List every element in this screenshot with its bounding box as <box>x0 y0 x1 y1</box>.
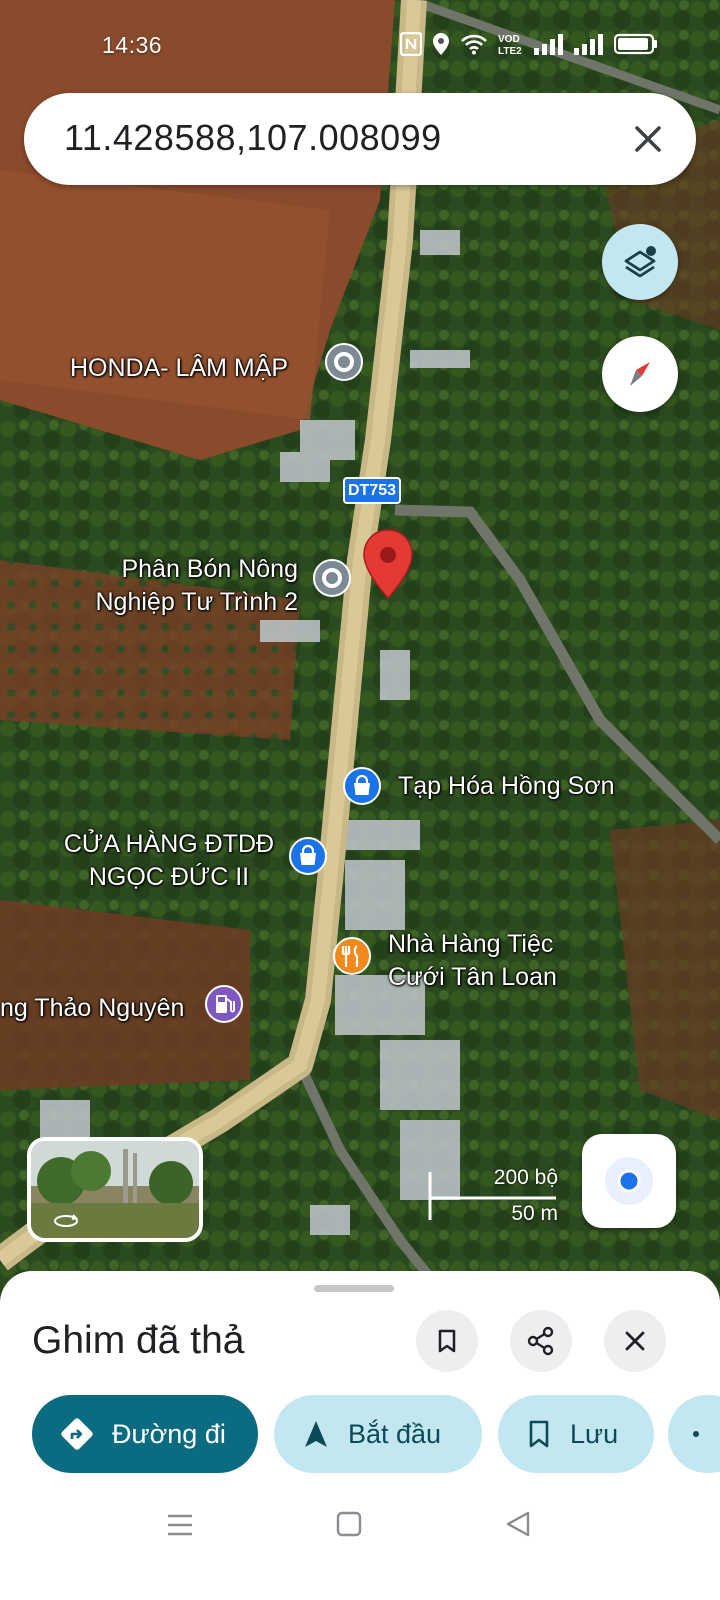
signal-2-icon <box>574 34 603 55</box>
poi-label-line: CỬA HÀNG ĐTDĐ <box>63 830 275 858</box>
gas-station-icon[interactable] <box>204 984 244 1032</box>
wifi-icon <box>461 34 487 55</box>
save-label: Lưu <box>570 1418 619 1449</box>
location-icon <box>433 33 449 55</box>
road-shield: DT753 <box>343 477 401 504</box>
poi-label-line: Nghiệp Tư Trình 2 <box>95 588 299 616</box>
svg-text:LTE2: LTE2 <box>498 46 522 56</box>
my-location-icon <box>605 1157 653 1205</box>
battery-icon <box>614 33 657 55</box>
start-label: Bắt đầu <box>348 1418 442 1449</box>
map-scale: 200 bộ 50 m <box>428 1166 558 1228</box>
navigation-arrow-icon <box>305 1421 327 1447</box>
volte-icon: VODLTE2 <box>498 34 522 56</box>
street-view-thumbnail[interactable] <box>27 1137 203 1242</box>
rotate-360-icon <box>54 1214 78 1227</box>
close-icon <box>625 1331 645 1351</box>
save-button[interactable]: Lưu <box>498 1395 654 1473</box>
system-nav-bar <box>0 1508 720 1600</box>
status-icons: VOD LTE2 <box>400 30 658 58</box>
svg-text:VOD: VOD <box>498 34 520 45</box>
restaurant-icon[interactable] <box>332 936 372 984</box>
back-icon[interactable] <box>504 1510 532 1538</box>
more-actions-chip[interactable] <box>668 1395 720 1473</box>
place-marker-icon[interactable] <box>324 342 364 390</box>
poi-label-line: NGỌC ĐỨC II <box>88 863 250 891</box>
poi-label-line: Phân Bón Nông <box>121 555 298 583</box>
compass-button[interactable] <box>602 336 678 412</box>
clear-search-icon[interactable] <box>628 119 668 159</box>
search-input[interactable]: 11.428588,107.008099 <box>64 117 442 159</box>
compass-icon <box>630 362 650 386</box>
status-time: 14:36 <box>102 32 163 58</box>
share-icon <box>527 1326 554 1356</box>
directions-button[interactable]: Đường đi <box>32 1395 258 1473</box>
poi-label-line: Nhà Hàng Tiệc <box>388 930 554 958</box>
nfc-icon <box>400 32 422 56</box>
home-icon[interactable] <box>336 1511 362 1537</box>
drag-handle[interactable] <box>314 1285 394 1292</box>
scale-imperial: 200 bộ <box>493 1166 558 1189</box>
my-location-button[interactable] <box>582 1134 676 1228</box>
layers-icon <box>624 246 656 278</box>
layers-button[interactable] <box>602 224 678 300</box>
menu-icon[interactable] <box>166 1512 194 1538</box>
place-marker-icon[interactable] <box>312 558 352 606</box>
start-button[interactable]: Bắt đầu <box>274 1395 482 1473</box>
shopping-bag-icon[interactable] <box>288 836 328 884</box>
status-bar: 14:36 VOD LTE2 <box>0 0 720 90</box>
bookmark-icon <box>438 1329 456 1353</box>
share-icon <box>693 1431 699 1437</box>
directions-icon <box>61 1418 93 1450</box>
poi-label: Nhà Hàng Tiệc Cưới Tân Loan <box>388 928 557 994</box>
directions-label: Đường đi <box>112 1418 226 1449</box>
save-icon-button[interactable] <box>416 1310 478 1372</box>
poi-label: HONDA- LÂM MẬP <box>70 354 289 382</box>
share-button[interactable] <box>510 1310 572 1372</box>
poi-label: ng Thảo Nguyên <box>0 994 185 1022</box>
signal-icon <box>534 34 563 55</box>
poi-label: CỬA HÀNG ĐTDĐ NGỌC ĐỨC II <box>58 828 280 894</box>
bookmark-icon <box>529 1420 549 1448</box>
poi-label-line: Cưới Tân Loan <box>388 963 557 991</box>
search-bar[interactable]: 11.428588,107.008099 <box>24 93 696 185</box>
close-sheet-button[interactable] <box>604 1310 666 1372</box>
scale-metric: 50 m <box>511 1202 558 1225</box>
poi-label: Phân Bón Nông Nghiệp Tư Trình 2 <box>80 553 299 619</box>
sheet-title: Ghim đã thả <box>32 1319 245 1362</box>
poi-label: Tạp Hóa Hồng Sơn <box>398 772 615 800</box>
shopping-bag-icon[interactable] <box>342 766 382 814</box>
